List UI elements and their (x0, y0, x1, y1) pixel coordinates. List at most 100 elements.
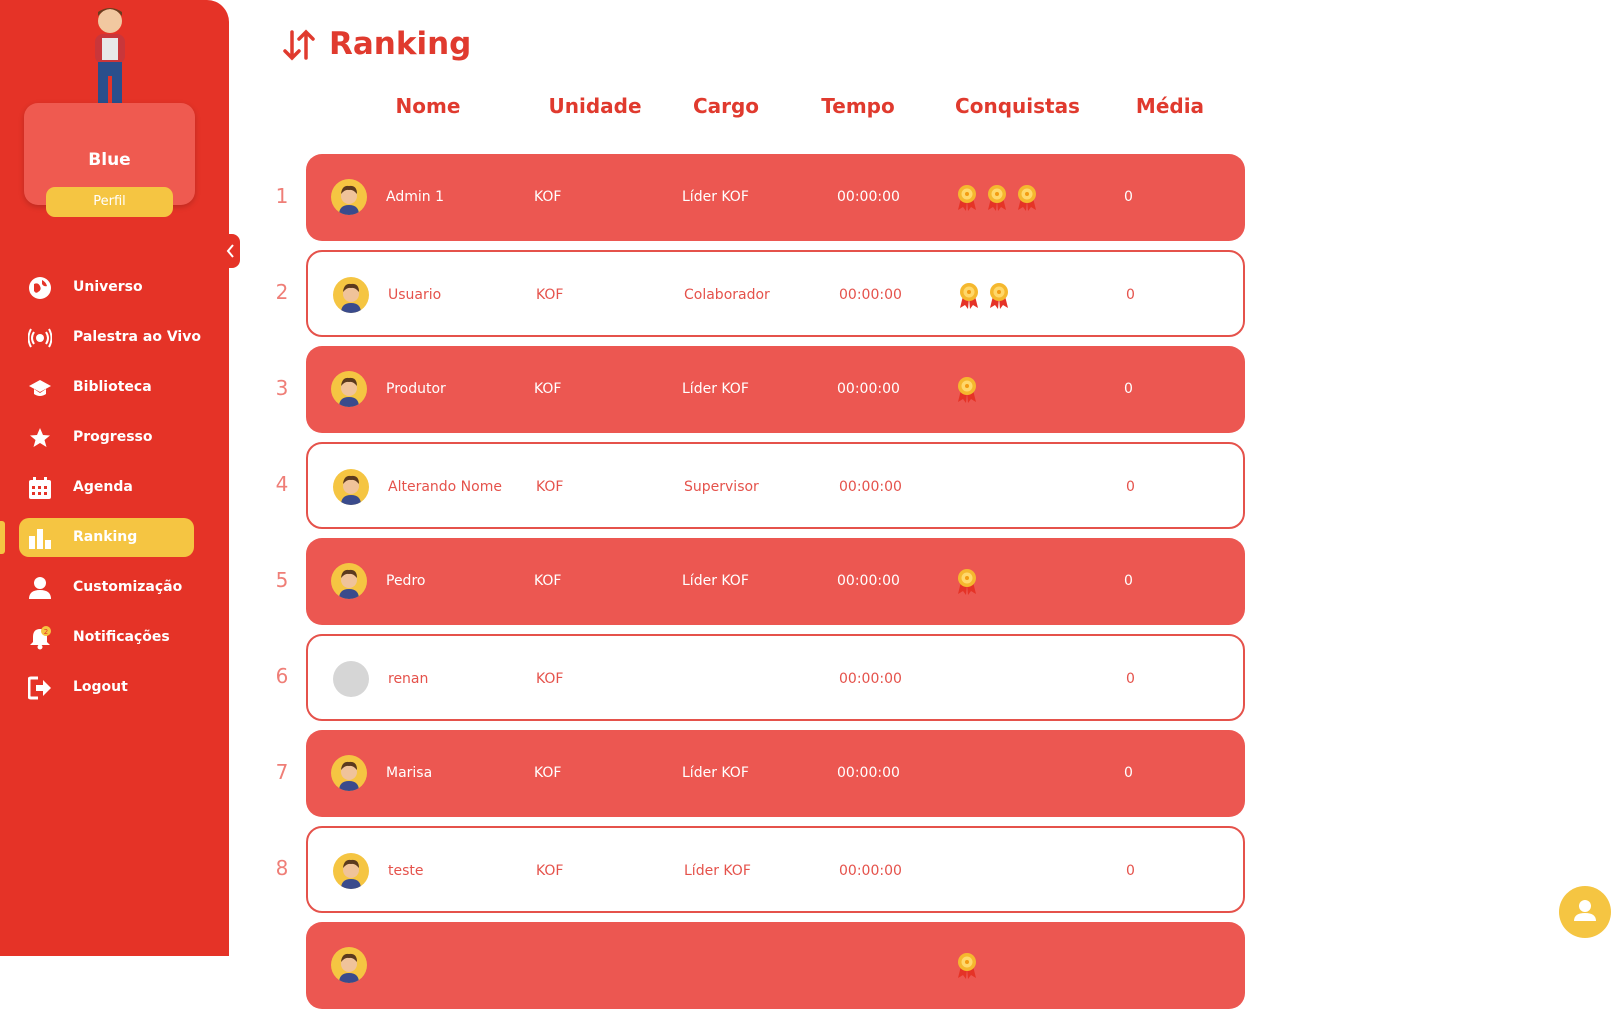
user-avatar (333, 853, 369, 889)
rank-number: 6 (275, 664, 289, 688)
profile-button[interactable]: Perfil (46, 187, 173, 217)
medal-icon (956, 952, 978, 980)
user-cargo: Líder KOF (682, 189, 749, 205)
sort-icon (283, 29, 315, 61)
user-unidade: KOF (536, 287, 564, 303)
logout-icon (28, 676, 51, 700)
user-media: 0 (1124, 765, 1133, 781)
user-cargo: Líder KOF (684, 863, 751, 879)
sidebar-item-label: Biblioteca (73, 379, 152, 395)
user-tempo: 00:00:00 (839, 671, 902, 687)
user-unidade: KOF (534, 189, 562, 205)
sidebar-item-label: Logout (73, 679, 128, 695)
user-tempo: 00:00:00 (839, 479, 902, 495)
column-header-nome: Nome (395, 94, 461, 118)
user-tempo: 00:00:00 (837, 765, 900, 781)
bar-chart-icon (29, 529, 51, 549)
sidebar-item-agenda[interactable]: Agenda (19, 468, 194, 507)
sidebar-item-label: Notificações (73, 629, 170, 645)
column-header-media: Média (1135, 94, 1205, 118)
user-tempo: 00:00:00 (837, 573, 900, 589)
user-cargo: Líder KOF (682, 765, 749, 781)
user-name: Usuario (388, 287, 442, 303)
user-name: Marisa (386, 765, 433, 781)
ranking-row[interactable]: teste KOF Líder KOF 00:00:00 0 (306, 826, 1245, 913)
user-cargo: Supervisor (684, 479, 759, 495)
page-title: Ranking (329, 26, 472, 62)
rank-number: 4 (275, 472, 289, 496)
user-name: Produtor (386, 381, 446, 397)
medal-icon (956, 184, 978, 212)
user-unidade: KOF (536, 863, 564, 879)
rank-number: 7 (275, 760, 289, 784)
ranking-row[interactable]: Usuario KOF Colaborador 00:00:00 0 (306, 250, 1245, 337)
user-cargo: Líder KOF (682, 381, 749, 397)
rank-number: 3 (275, 376, 289, 400)
user-unidade: KOF (536, 671, 564, 687)
medal-icon (958, 282, 980, 310)
profile-name: Blue (88, 150, 131, 170)
sidebar-item-label: Progresso (73, 429, 153, 445)
calendar-icon (29, 477, 51, 499)
user-name: renan (388, 671, 429, 687)
ranking-row[interactable]: Marisa KOF Líder KOF 00:00:00 0 (306, 730, 1245, 817)
ranking-row[interactable]: Admin 1 KOF Líder KOF 00:00:00 0 (306, 154, 1245, 241)
medal-icon (956, 568, 978, 596)
ranking-row[interactable]: Produtor KOF Líder KOF 00:00:00 0 (306, 346, 1245, 433)
user-tempo: 00:00:00 (839, 287, 902, 303)
bell-icon: 2 (30, 626, 51, 650)
medal-icon (988, 282, 1010, 310)
user-unidade: KOF (534, 765, 562, 781)
user-name: Alterando Nome (388, 479, 502, 495)
user-media: 0 (1124, 573, 1133, 589)
column-header-cargo: Cargo (692, 94, 760, 118)
user-avatar (331, 563, 367, 599)
user-avatar (331, 371, 367, 407)
rank-number: 5 (275, 568, 289, 592)
user-avatar (333, 277, 369, 313)
user-media: 0 (1126, 671, 1135, 687)
user-unidade: KOF (534, 573, 562, 589)
sidebar: Blue Perfil Universo Palestra ao Vivo Bi… (0, 0, 240, 956)
user-unidade: KOF (534, 381, 562, 397)
rank-number: 1 (275, 184, 289, 208)
sidebar-item-biblioteca[interactable]: Biblioteca (19, 368, 194, 407)
ranking-row[interactable]: Alterando Nome KOF Supervisor 00:00:00 0 (306, 442, 1245, 529)
user-avatar (331, 179, 367, 215)
medal-icon (956, 376, 978, 404)
sidebar-item-ranking[interactable]: Ranking (19, 518, 194, 557)
ranking-row[interactable]: Pedro KOF Líder KOF 00:00:00 0 (306, 538, 1245, 625)
user-icon (1574, 900, 1596, 921)
user-name: teste (388, 863, 424, 879)
user-tempo: 00:00:00 (837, 381, 900, 397)
medal-icon (1016, 184, 1038, 212)
column-header-tempo: Tempo (821, 94, 895, 118)
user-avatar (331, 755, 367, 791)
medal-icon (986, 184, 1008, 212)
user-tempo: 00:00:00 (837, 189, 900, 205)
sidebar-item-logout[interactable]: Logout (19, 668, 194, 707)
user-media: 0 (1126, 863, 1135, 879)
sidebar-item-notificacoes[interactable]: 2 Notificações (19, 618, 194, 657)
user-fab-button[interactable] (1559, 886, 1611, 938)
user-media: 0 (1126, 287, 1135, 303)
user-name: Admin 1 (386, 189, 444, 205)
rank-number: 8 (275, 856, 289, 880)
user-media: 0 (1124, 381, 1133, 397)
user-media: 0 (1126, 479, 1135, 495)
sidebar-item-progresso[interactable]: Progresso (19, 418, 194, 457)
sidebar-item-label: Palestra ao Vivo (73, 329, 201, 345)
sidebar-collapse-button[interactable] (221, 234, 240, 268)
user-avatar (333, 661, 369, 697)
sidebar-item-label: Agenda (73, 479, 133, 495)
sidebar-item-palestra-ao-vivo[interactable]: Palestra ao Vivo (19, 318, 201, 357)
sidebar-item-universo[interactable]: Universo (19, 268, 194, 307)
globe-icon (29, 277, 51, 299)
active-indicator (0, 521, 5, 554)
ranking-row[interactable]: renan KOF 00:00:00 0 (306, 634, 1245, 721)
chevron-left-icon (226, 244, 234, 258)
broadcast-icon (28, 328, 52, 348)
sidebar-item-customizacao[interactable]: Customização (19, 568, 194, 607)
rank-number: 2 (275, 280, 289, 304)
ranking-row[interactable] (306, 922, 1245, 1009)
